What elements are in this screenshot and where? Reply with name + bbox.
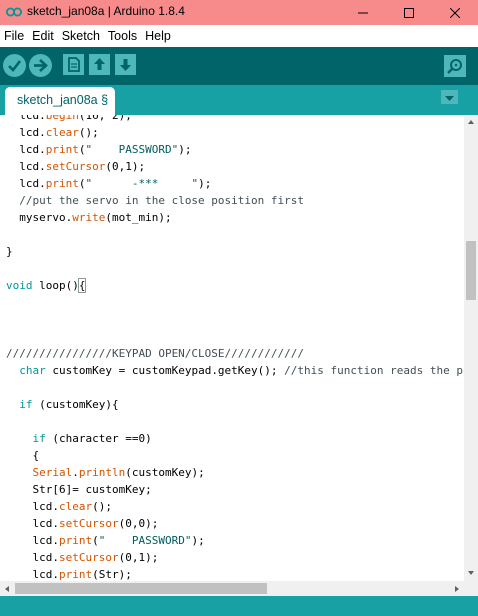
close-icon <box>450 7 460 18</box>
tab-menu-button[interactable] <box>441 90 458 104</box>
code-line[interactable]: ////////////////KEYPAD OPEN/CLOSE///////… <box>6 345 304 362</box>
code-line[interactable]: lcd.print(" -*** "); <box>6 175 211 192</box>
window-title: sketch_jan08a | Arduino 1.8.4 <box>27 4 185 18</box>
code-line[interactable]: Serial.println(customKey); <box>6 464 205 481</box>
code-line[interactable]: lcd.print(" PASSWORD"); <box>6 141 191 158</box>
vertical-scrollbar[interactable] <box>464 115 478 581</box>
open-button[interactable] <box>89 54 110 75</box>
serial-monitor-button[interactable] <box>444 55 466 77</box>
code-line[interactable]: } <box>6 243 13 260</box>
title-bar: sketch_jan08a | Arduino 1.8.4 <box>0 0 478 25</box>
vertical-scroll-thumb[interactable] <box>466 241 476 300</box>
upload-icon <box>34 59 48 72</box>
arduino-logo-icon <box>6 7 22 17</box>
code-line[interactable]: if (character ==0) <box>6 430 152 447</box>
code-line[interactable]: { <box>6 447 39 464</box>
tab-sketch[interactable]: sketch_jan08a § <box>5 87 115 115</box>
verify-icon <box>8 60 22 72</box>
tab-bar: sketch_jan08a § <box>0 85 478 115</box>
code-line[interactable]: if (customKey){ <box>6 396 118 413</box>
code-line[interactable]: lcd.clear(); <box>6 124 99 141</box>
close-button[interactable] <box>432 0 478 25</box>
open-icon <box>94 58 105 70</box>
menu-bar: File Edit Sketch Tools Help <box>0 25 478 47</box>
verify-button[interactable] <box>3 54 26 77</box>
minimize-button[interactable] <box>340 0 386 25</box>
horizontal-scrollbar[interactable] <box>0 581 464 596</box>
code-line[interactable]: myservo.write(mot_min); <box>6 209 171 226</box>
maximize-icon <box>404 7 414 18</box>
scroll-up-icon <box>468 120 474 124</box>
save-icon <box>120 59 131 71</box>
new-icon <box>68 57 80 72</box>
maximize-button[interactable] <box>386 0 432 25</box>
scroll-left-icon <box>5 586 9 592</box>
upload-button[interactable] <box>29 54 52 77</box>
scrollbar-corner <box>464 581 478 596</box>
code-line[interactable]: lcd.begin(16, 2); <box>6 115 132 124</box>
serial-monitor-icon <box>447 59 462 74</box>
code-line[interactable]: //put the servo in the close position fi… <box>6 192 304 209</box>
scroll-down-icon <box>468 571 474 575</box>
menu-edit[interactable]: Edit <box>29 29 58 43</box>
menu-help[interactable]: Help <box>142 29 175 43</box>
code-line[interactable]: lcd.setCursor(0,1); <box>6 549 158 566</box>
menu-tools[interactable]: Tools <box>105 29 141 43</box>
tab-menu-icon <box>445 96 454 101</box>
save-button[interactable] <box>115 54 136 75</box>
toolbar <box>0 47 478 85</box>
code-line[interactable]: char customKey = customKeypad.getKey(); … <box>6 362 464 379</box>
status-bar <box>0 596 478 616</box>
code-line[interactable]: lcd.setCursor(0,1); <box>6 158 145 175</box>
code-editor[interactable]: lcd.begin(16, 2); lcd.clear(); lcd.print… <box>0 115 464 581</box>
code-line[interactable]: lcd.print(" PASSWORD"); <box>6 532 204 549</box>
code-line[interactable]: lcd.setCursor(0,0); <box>6 515 158 532</box>
menu-sketch[interactable]: Sketch <box>59 29 104 43</box>
code-line[interactable]: void loop(){ <box>6 277 87 294</box>
code-line[interactable]: lcd.print(Str); <box>6 566 131 581</box>
tab-label: sketch_jan08a § <box>17 93 109 107</box>
new-button[interactable] <box>63 54 84 75</box>
minimize-icon <box>358 12 368 13</box>
menu-file[interactable]: File <box>1 29 28 43</box>
code-line[interactable]: Str[6]= customKey; <box>6 481 151 498</box>
scroll-right-icon <box>455 586 459 592</box>
horizontal-scroll-thumb[interactable] <box>15 583 267 594</box>
code-line[interactable]: lcd.clear(); <box>6 498 112 515</box>
